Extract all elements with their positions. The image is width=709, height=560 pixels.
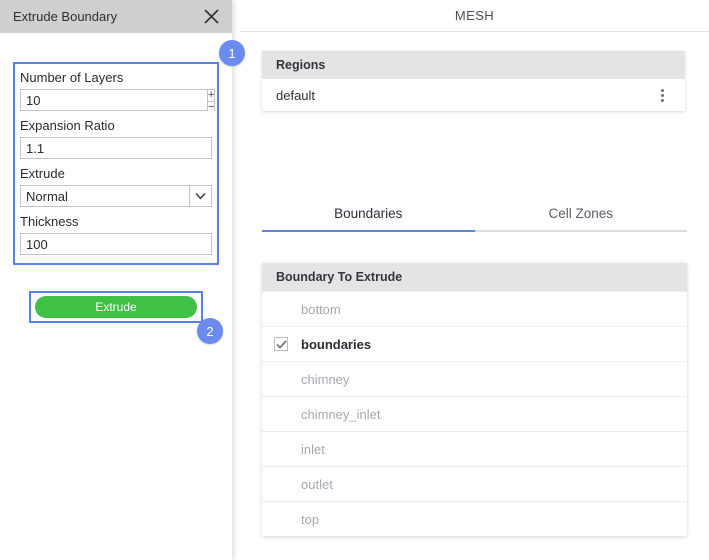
- checkbox-unchecked-icon[interactable]: [274, 372, 288, 386]
- field-extrude-mode: Extrude Normal: [20, 166, 212, 207]
- label-extrude-mode: Extrude: [20, 166, 65, 181]
- thickness-input[interactable]: [20, 233, 212, 255]
- boundary-name: top: [301, 511, 320, 527]
- field-thickness: Thickness: [20, 214, 212, 255]
- checkbox-unchecked-icon[interactable]: [274, 477, 288, 491]
- boundary-name: boundaries: [301, 336, 372, 352]
- number-of-layers-input[interactable]: [20, 89, 208, 111]
- regions-card: Regions default: [262, 51, 685, 111]
- extrude-button[interactable]: Extrude: [35, 296, 197, 318]
- panel-title: Extrude Boundary: [13, 9, 118, 24]
- extrude-mode-value[interactable]: Normal: [20, 185, 190, 207]
- checkbox-unchecked-icon[interactable]: [274, 512, 288, 526]
- number-of-layers-stepper[interactable]: + −: [208, 89, 216, 113]
- label-expansion-ratio: Expansion Ratio: [20, 118, 115, 133]
- regions-card-header: Regions: [262, 51, 685, 79]
- close-icon[interactable]: [200, 6, 222, 28]
- boundary-to-extrude-card: Boundary To Extrude bottom boundaries ch…: [262, 263, 687, 536]
- label-number-of-layers: Number of Layers: [20, 70, 124, 85]
- checkbox-checked-icon[interactable]: [274, 337, 288, 351]
- boundary-name: outlet: [301, 476, 333, 492]
- chevron-down-icon[interactable]: [190, 185, 212, 207]
- panel-titlebar: Extrude Boundary: [0, 0, 232, 33]
- page-title: MESH: [454, 8, 495, 23]
- tab-cell-zones[interactable]: Cell Zones: [474, 206, 687, 232]
- field-expansion-ratio: Expansion Ratio: [20, 118, 212, 159]
- boundary-name: chimney_inlet: [301, 406, 381, 422]
- checkbox-unchecked-icon[interactable]: [274, 302, 288, 316]
- list-item[interactable]: inlet: [262, 431, 687, 466]
- extrude-boundary-panel: Extrude Boundary Number of Layers + − Ex…: [0, 0, 232, 560]
- list-item[interactable]: chimney_inlet: [262, 396, 687, 431]
- boundary-card-header: Boundary To Extrude: [262, 263, 687, 291]
- list-item[interactable]: chimney: [262, 361, 687, 396]
- kebab-menu-icon[interactable]: [653, 85, 671, 105]
- label-thickness: Thickness: [20, 214, 79, 229]
- stepper-decrement-icon[interactable]: −: [208, 102, 215, 113]
- mesh-tabs: Boundaries Cell Zones: [262, 206, 687, 232]
- step-badge-2: 2: [197, 318, 223, 344]
- checkbox-unchecked-icon[interactable]: [274, 407, 288, 421]
- boundary-name: bottom: [301, 301, 341, 317]
- extrude-parameters-group: Number of Layers + − Expansion Ratio Ext…: [13, 62, 219, 265]
- region-name: default: [276, 87, 316, 103]
- field-number-of-layers: Number of Layers + −: [20, 70, 216, 113]
- checkbox-unchecked-icon[interactable]: [274, 442, 288, 456]
- list-item[interactable]: outlet: [262, 466, 687, 501]
- extrude-button-highlight: Extrude: [29, 291, 203, 323]
- table-row[interactable]: default: [262, 79, 685, 111]
- expansion-ratio-input[interactable]: [20, 137, 212, 159]
- list-item[interactable]: top: [262, 501, 687, 536]
- mesh-panel: MESH Regions default Boundaries Cell Zon…: [240, 0, 709, 560]
- tab-boundaries[interactable]: Boundaries: [262, 206, 475, 232]
- list-item[interactable]: boundaries: [262, 326, 687, 361]
- mesh-header: MESH: [240, 0, 709, 32]
- list-item[interactable]: bottom: [262, 291, 687, 326]
- step-badge-1: 1: [219, 40, 245, 66]
- extrude-mode-select[interactable]: Normal: [20, 185, 212, 207]
- boundary-name: inlet: [301, 441, 325, 457]
- boundary-name: chimney: [301, 371, 350, 387]
